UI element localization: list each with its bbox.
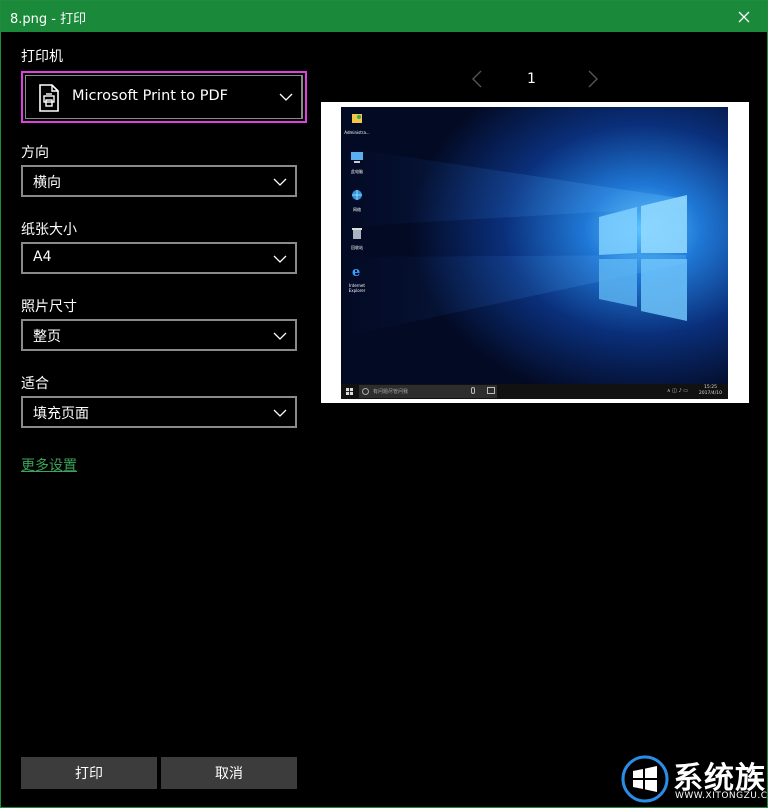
network-icon <box>352 190 362 200</box>
window-title: 8.png - 打印 <box>10 12 87 27</box>
fit-select[interactable]: 填充页面 <box>21 396 297 428</box>
recycle-bin-icon <box>352 228 362 239</box>
print-dialog: 8.png - 打印 打印机 Microsoft Print to PDF 方向… <box>0 0 768 808</box>
previous-page-icon[interactable] <box>469 69 485 89</box>
photo-size-value: 整页 <box>33 329 61 345</box>
user-folder-icon <box>352 114 362 123</box>
internet-explorer-icon: e <box>352 265 360 280</box>
desktop-icon: 回收站 <box>344 225 370 250</box>
fit-value: 填充页面 <box>33 406 89 422</box>
chevron-down-icon <box>273 178 287 186</box>
printer-select[interactable]: Microsoft Print to PDF <box>21 71 307 123</box>
page-number: 1 <box>527 71 536 87</box>
pdf-printer-icon <box>39 84 59 112</box>
more-settings-link[interactable]: 更多设置 <box>21 455 77 475</box>
print-button[interactable]: 打印 <box>21 757 157 789</box>
desktop-icon: 网络 <box>344 187 370 212</box>
cancel-button[interactable]: 取消 <box>161 757 297 789</box>
svg-text:e: e <box>352 265 360 278</box>
printer-label: 打印机 <box>21 49 63 65</box>
taskbar: 有问题尽管问我 ∧ ◫ ♪ ▭ 15:25 2017/4/10 <box>341 384 728 399</box>
close-button[interactable] <box>721 1 767 32</box>
desktop-screenshot: Administra... 此电脑 网络 回收站 e Internet Expl… <box>341 107 728 399</box>
desktop-icon: Administra... <box>344 110 370 135</box>
photo-size-label: 照片尺寸 <box>21 299 77 315</box>
print-preview: Administra... 此电脑 网络 回收站 e Internet Expl… <box>321 102 749 403</box>
printer-value: Microsoft Print to PDF <box>72 88 228 104</box>
paper-size-select[interactable]: A4 <box>21 242 297 274</box>
title-bar: 8.png - 打印 <box>1 1 767 32</box>
taskbar-search: 有问题尽管问我 <box>359 385 497 398</box>
orientation-label: 方向 <box>21 145 49 161</box>
chevron-down-icon <box>273 409 287 417</box>
task-view-icon <box>487 387 495 394</box>
photo-size-select[interactable]: 整页 <box>21 319 297 351</box>
close-icon <box>738 11 750 22</box>
chevron-down-icon <box>273 332 287 340</box>
windows-start-icon <box>346 388 353 395</box>
chevron-down-icon <box>273 255 287 263</box>
desktop-icon: e Internet Explorer <box>348 265 366 293</box>
site-watermark: 系统族 WWW.XITONGZU.COM <box>617 751 768 808</box>
system-tray-icons: ∧ ◫ ♪ ▭ <box>666 388 688 394</box>
fit-label: 适合 <box>21 376 49 392</box>
taskbar-clock: 15:25 2017/4/10 <box>698 385 722 396</box>
watermark-subtext: WWW.XITONGZU.COM <box>675 791 768 801</box>
windows-wallpaper <box>341 107 728 399</box>
chevron-down-icon <box>279 93 293 101</box>
paper-size-value: A4 <box>33 249 52 265</box>
windows-logo-icon <box>621 755 669 803</box>
next-page-icon[interactable] <box>585 69 601 89</box>
orientation-select[interactable]: 横向 <box>21 165 297 197</box>
orientation-value: 横向 <box>33 175 61 191</box>
computer-icon <box>351 152 363 163</box>
microphone-icon <box>471 387 475 394</box>
paper-size-label: 纸张大小 <box>21 222 77 238</box>
desktop-icon: 此电脑 <box>344 149 370 174</box>
cortana-icon <box>362 388 369 395</box>
